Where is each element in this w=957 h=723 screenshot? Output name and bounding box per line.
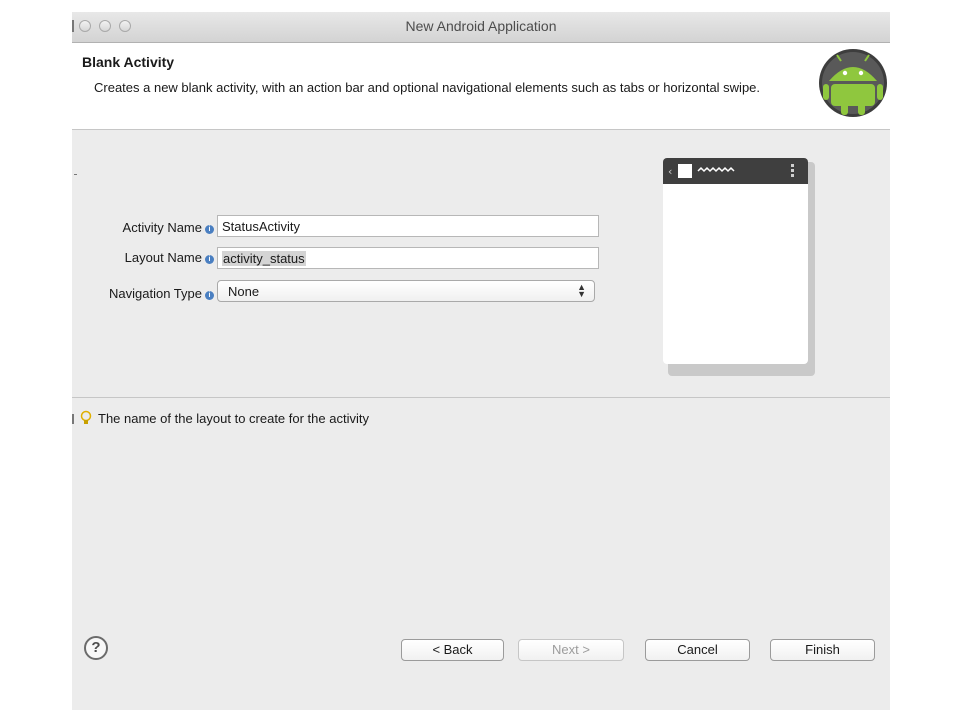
help-button[interactable]: ?: [84, 636, 108, 660]
finish-button[interactable]: Finish: [770, 639, 875, 661]
page-title: Blank Activity: [82, 54, 175, 70]
svg-text:‹: ‹: [668, 165, 672, 178]
activity-name-input[interactable]: StatusActivity: [217, 215, 599, 237]
info-icon: i: [205, 291, 214, 300]
wizard-header: Blank Activity Creates a new blank activ…: [72, 43, 890, 130]
preview-action-bar: ‹: [663, 158, 808, 184]
title-bar: New Android Application: [72, 12, 890, 43]
activity-name-label: Activity Name i: [72, 220, 214, 235]
chevron-updown-icon: ▲ ▼: [577, 282, 586, 299]
next-button[interactable]: Next >: [518, 639, 624, 661]
edge-tick: [72, 414, 74, 424]
navigation-type-select[interactable]: None ▲ ▼: [217, 280, 595, 302]
window-title: New Android Application: [405, 18, 557, 34]
navigation-type-label: Navigation Type i: [72, 286, 214, 301]
wizard-window: New Android Application Blank Activity C…: [72, 12, 890, 710]
layout-name-label: Layout Name i: [72, 250, 214, 265]
page-description: Creates a new blank activity, with an ac…: [94, 80, 761, 95]
back-button[interactable]: < Back: [401, 639, 504, 661]
layout-name-input[interactable]: activity_status: [217, 247, 599, 269]
separator: [72, 397, 890, 398]
activity-preview: ‹: [663, 158, 808, 364]
edge-tick: [74, 174, 77, 175]
hint-text: The name of the layout to create for the…: [98, 411, 369, 426]
android-logo-icon: [819, 49, 887, 117]
info-icon: i: [205, 225, 214, 234]
lightbulb-icon: [80, 410, 92, 424]
hint-row: The name of the layout to create for the…: [80, 410, 369, 426]
action-bar-icons: ‹: [668, 164, 794, 178]
info-icon: i: [205, 255, 214, 264]
cancel-button[interactable]: Cancel: [645, 639, 750, 661]
